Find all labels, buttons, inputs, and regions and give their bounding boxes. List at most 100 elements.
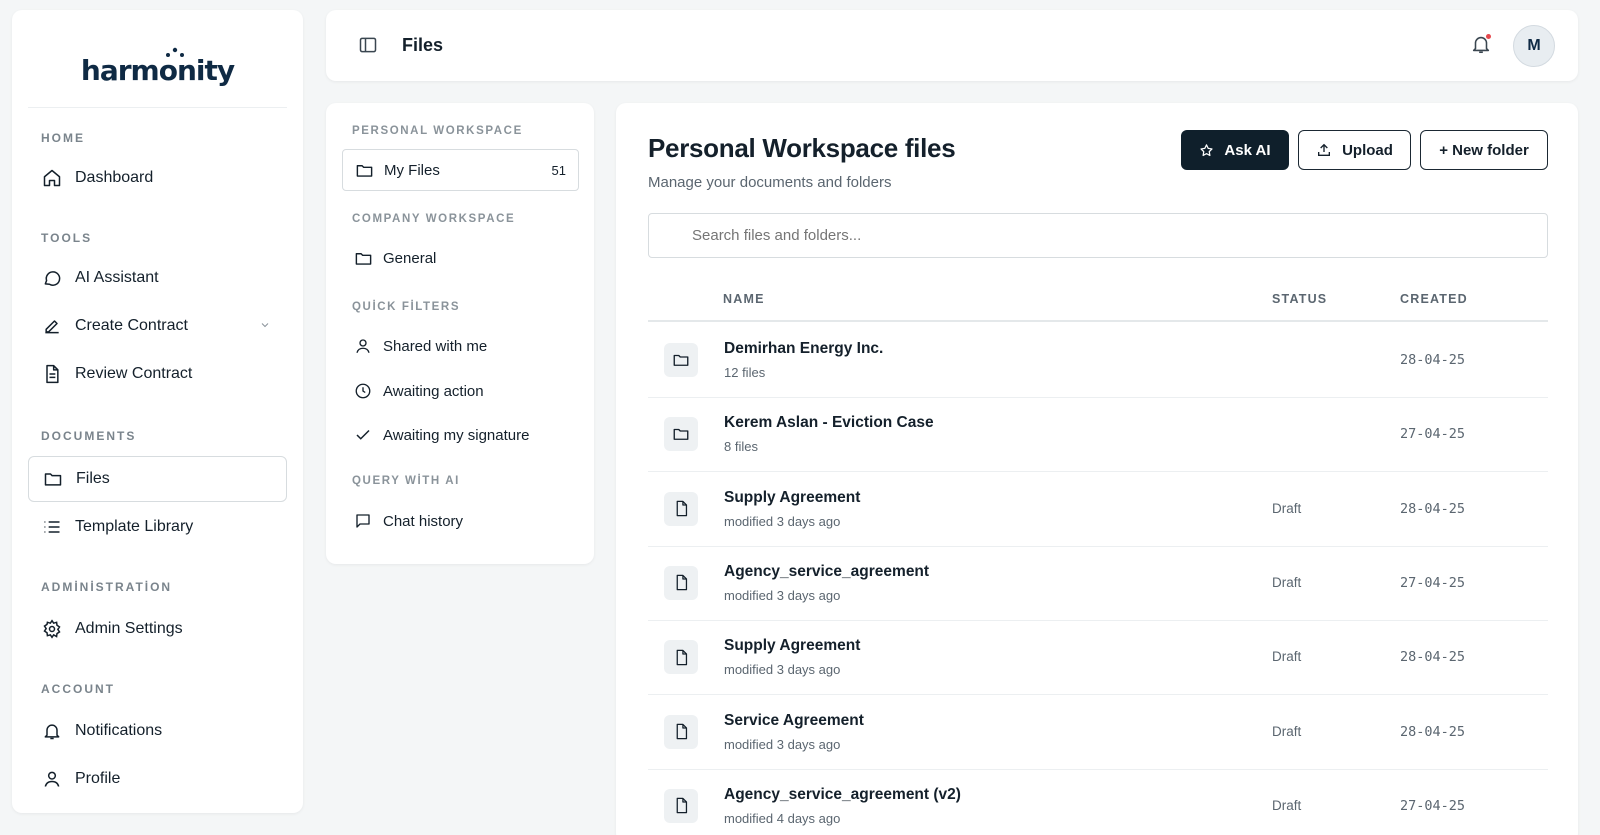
filter-awaiting-signature[interactable]: Awaiting my signature xyxy=(342,414,579,456)
row-name[interactable]: Demirhan Energy Inc. xyxy=(724,340,883,358)
table-row[interactable]: Service Agreement modified 3 days ago Draf… xyxy=(648,694,1548,770)
sidebar-item-template-library[interactable]: Template Library xyxy=(28,504,287,550)
row-status: Draft xyxy=(1272,649,1302,665)
column-header-status[interactable]: STATUS xyxy=(1272,292,1327,306)
folder-icon xyxy=(664,417,698,452)
sidebar-item-label: Profile xyxy=(75,770,121,787)
star-icon xyxy=(1199,143,1214,158)
my-files-item[interactable]: My Files 51 xyxy=(342,149,579,191)
row-name[interactable]: Agency_service_agreement (v2) xyxy=(724,786,961,804)
column-header-name[interactable]: NAME xyxy=(723,292,765,306)
nav-section-account: ACCOUNT xyxy=(41,682,115,696)
sidebar-item-notifications[interactable]: Notifications xyxy=(28,708,287,754)
sidebar-item-create-contract[interactable]: Create Contract xyxy=(28,303,287,349)
nav-section-tools: TOOLS xyxy=(41,231,93,245)
file-icon xyxy=(664,491,698,526)
row-created: 27-04-25 xyxy=(1400,574,1466,591)
row-meta: modified 4 days ago xyxy=(724,810,841,826)
ask-ai-label: Ask AI xyxy=(1224,141,1271,159)
search-input[interactable] xyxy=(648,213,1548,258)
table-row[interactable]: Supply Agreement modified 3 days ago Draft… xyxy=(648,619,1548,696)
sidebar-item-dashboard[interactable]: Dashboard xyxy=(28,155,287,201)
sidebar-item-ai-assistant[interactable]: AI Assistant xyxy=(28,255,287,301)
filter-awaiting-action[interactable]: Awaiting action xyxy=(342,370,579,412)
nav-section-documents: DOCUMENTS xyxy=(41,429,137,443)
clock-icon xyxy=(353,381,373,401)
gear-icon xyxy=(41,618,63,640)
sidebar-item-review-contract[interactable]: Review Contract xyxy=(28,351,287,397)
home-icon xyxy=(41,167,63,189)
upload-label: Upload xyxy=(1342,141,1393,159)
sidebar-item-label: Create Contract xyxy=(75,317,188,334)
folder-icon xyxy=(353,248,373,268)
sidebar-item-files[interactable]: Files xyxy=(28,456,287,502)
sidebar-item-admin-settings[interactable]: Admin Settings xyxy=(28,606,287,652)
row-meta: modified 3 days ago xyxy=(724,587,841,603)
file-icon xyxy=(664,640,698,675)
sidebar-toggle-icon[interactable] xyxy=(358,35,378,60)
ask-ai-button[interactable]: Ask AI xyxy=(1181,130,1289,170)
message-square-icon xyxy=(353,511,373,531)
row-created: 28-04-25 xyxy=(1400,723,1466,740)
user-icon xyxy=(41,768,63,790)
sidebar-item-profile[interactable]: Profile xyxy=(28,756,287,802)
row-status: Draft xyxy=(1272,574,1302,590)
pencil-icon xyxy=(41,315,63,337)
new-folder-button[interactable]: + New folder xyxy=(1420,130,1548,170)
table-row[interactable]: Kerem Aslan - Eviction Case 8 files 27-04-… xyxy=(648,396,1548,473)
brand-logo[interactable]: harmonity xyxy=(12,47,303,87)
files-panel: Personal Workspace files Manage your doc… xyxy=(616,103,1578,835)
document-icon xyxy=(41,363,63,385)
sidebar-item-label: Dashboard xyxy=(75,169,154,186)
chat-history-label: Chat history xyxy=(383,512,464,530)
sidebar-item-label: Notifications xyxy=(75,722,163,739)
row-name[interactable]: Supply Agreement xyxy=(724,489,860,507)
my-files-label: My Files xyxy=(384,161,440,179)
workspace-nav: PERSONAL WORKSPACE My Files 51 COMPANY W… xyxy=(326,103,594,564)
row-status: Draft xyxy=(1272,797,1302,813)
nav-section-home: HOME xyxy=(41,131,85,145)
chat-bubble-icon xyxy=(41,267,63,289)
sidebar-item-label: Template Library xyxy=(75,518,194,535)
folder-icon xyxy=(354,160,374,180)
row-meta: modified 3 days ago xyxy=(724,513,841,529)
notification-dot xyxy=(1486,34,1491,39)
brand-name: harmonity xyxy=(80,54,235,87)
checkmark-icon xyxy=(353,425,373,445)
top-bar: Files M xyxy=(326,10,1578,81)
table-row[interactable]: Agency_service_agreement (v2) modified 4 … xyxy=(648,768,1548,835)
table-row[interactable]: Agency_service_agreement modified 3 days … xyxy=(648,545,1548,621)
row-name[interactable]: Agency_service_agreement xyxy=(724,563,929,581)
upload-button[interactable]: Upload xyxy=(1298,130,1411,170)
file-icon xyxy=(664,565,698,600)
row-name[interactable]: Supply Agreement xyxy=(724,637,860,655)
filter-shared-with-me[interactable]: Shared with me xyxy=(342,325,579,367)
filter-label: Awaiting action xyxy=(383,382,484,400)
row-status: Draft xyxy=(1272,723,1302,739)
row-status: Draft xyxy=(1272,500,1302,516)
filter-label: Shared with me xyxy=(383,337,488,355)
row-meta: modified 3 days ago xyxy=(724,662,841,678)
column-header-created[interactable]: CREATED xyxy=(1400,292,1468,306)
sidebar-item-label: Review Contract xyxy=(75,365,193,382)
logo-divider xyxy=(28,107,287,108)
row-name[interactable]: Service Agreement xyxy=(724,712,864,730)
row-created: 28-04-25 xyxy=(1400,500,1466,517)
chevron-down-icon[interactable] xyxy=(259,318,271,336)
files-heading: Personal Workspace files xyxy=(648,133,956,163)
table-row[interactable]: Supply Agreement modified 3 days ago Draft… xyxy=(648,471,1548,547)
avatar[interactable]: M xyxy=(1513,25,1555,67)
table-row[interactable]: Demirhan Energy Inc. 12 files 28-04-25 xyxy=(648,322,1548,398)
my-files-count: 51 xyxy=(551,162,566,178)
row-name[interactable]: Kerem Aslan - Eviction Case xyxy=(724,414,934,432)
file-icon xyxy=(664,788,698,823)
filter-label: Awaiting my signature xyxy=(383,426,530,444)
query-with-ai-title: QUERY WİTH AI xyxy=(352,475,460,487)
row-created: 27-04-25 xyxy=(1400,426,1466,443)
chat-history-item[interactable]: Chat history xyxy=(342,500,579,542)
page-title: Files xyxy=(402,35,444,55)
upload-icon xyxy=(1316,142,1332,158)
row-meta: modified 3 days ago xyxy=(724,736,841,752)
list-icon xyxy=(41,516,63,538)
general-item[interactable]: General xyxy=(342,237,579,279)
